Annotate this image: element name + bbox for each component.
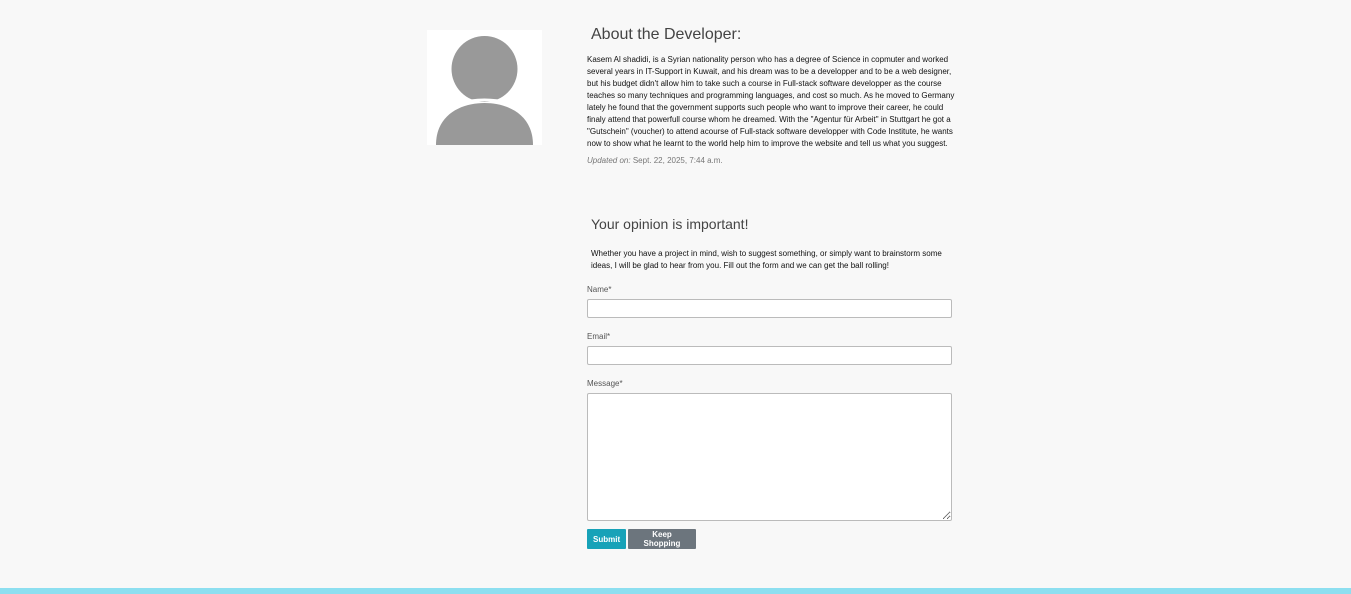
about-section: About the Developer: Kasem Al shadidi, i… — [587, 24, 955, 165]
developer-avatar — [427, 30, 542, 145]
message-label: Message* — [587, 379, 623, 388]
updated-label: Updated on: — [587, 156, 631, 165]
about-title: About the Developer: — [591, 26, 742, 43]
contact-section: Your opinion is important! Whether you h… — [587, 213, 952, 549]
submit-button[interactable]: Submit — [587, 529, 626, 549]
email-input[interactable] — [587, 346, 952, 365]
opinion-intro: Whether you have a project in mind, wish… — [591, 249, 942, 270]
opinion-title: Your opinion is important! — [591, 216, 749, 232]
form-buttons: Submit Keep Shopping — [587, 529, 952, 549]
name-input[interactable] — [587, 299, 952, 318]
name-label: Name* — [587, 285, 612, 294]
footer-bar — [0, 588, 1351, 594]
updated-timestamp: Updated on: Sept. 22, 2025, 7:44 a.m. — [587, 156, 955, 165]
message-textarea[interactable] — [587, 393, 952, 521]
user-silhouette-icon — [427, 30, 542, 145]
developer-bio: Kasem Al shadidi, is a Syrian nationalit… — [587, 55, 955, 148]
contact-form: Name* Email* Message* Submit Keep Shoppi… — [587, 285, 952, 549]
keep-shopping-button[interactable]: Keep Shopping — [628, 529, 696, 549]
updated-value: Sept. 22, 2025, 7:44 a.m. — [632, 156, 723, 165]
email-label: Email* — [587, 332, 611, 341]
